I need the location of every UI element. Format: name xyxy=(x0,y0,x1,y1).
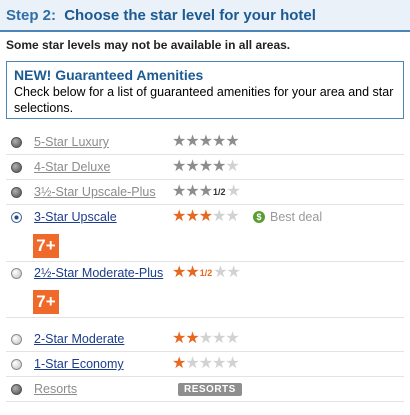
star-empty-icon: ★ xyxy=(226,183,241,200)
radio-4-star[interactable] xyxy=(11,162,22,173)
star-icon: ★ xyxy=(198,158,214,175)
resorts-tag: RESORTS xyxy=(178,383,242,396)
star-empty-icon: ★ xyxy=(212,208,227,225)
star-empty-icon: ★ xyxy=(198,355,214,372)
step-header-text: Step 2: Choose the star level for your h… xyxy=(6,7,316,24)
star-icon: ★ xyxy=(185,208,200,225)
step-header: Step 2: Choose the star level for your h… xyxy=(0,0,410,32)
star-empty-icon: ★ xyxy=(225,330,240,347)
star-empty-icon: ★ xyxy=(185,355,200,372)
radio-3-5-star[interactable] xyxy=(11,187,22,198)
radio-3-star[interactable] xyxy=(11,212,22,223)
star-icon: ★ xyxy=(212,158,227,175)
star-empty-icon: ★ xyxy=(212,355,227,372)
star-icon: ★ xyxy=(198,133,214,150)
option-label-3-5-star[interactable]: 3½-Star Upscale-Plus xyxy=(34,185,156,199)
star-empty-icon: ★ xyxy=(225,208,240,225)
star-icon: ★ xyxy=(198,183,214,200)
radio-resorts[interactable] xyxy=(11,384,22,395)
star-empty-icon: ★ xyxy=(198,330,214,347)
option-row-2-5-star: 2½-Star Moderate-Plus ★ ★ 1/2 ★ ★ 7+ xyxy=(6,262,404,318)
step-number: Step 2: xyxy=(6,7,57,24)
star-icon: ★ xyxy=(185,158,200,175)
option-label-1-star[interactable]: 1-Star Economy xyxy=(34,357,124,371)
star-rating-3: ★ ★ ★ ★ ★ xyxy=(172,208,240,225)
option-label-4-star[interactable]: 4-Star Deluxe xyxy=(34,160,110,174)
star-icon: ★ xyxy=(172,208,187,225)
star-icon: ★ xyxy=(185,183,200,200)
availability-note: Some star levels may not be available in… xyxy=(6,38,291,52)
star-icon: ★ xyxy=(172,264,187,281)
option-label-3-star[interactable]: 3-Star Upscale xyxy=(34,210,117,224)
half-star-label: 1/2 xyxy=(199,268,213,278)
star-rating-3-5: ★ ★ ★ 1/2 ★ xyxy=(172,183,241,200)
rating-badge: 7+ xyxy=(33,234,59,258)
star-empty-icon: ★ xyxy=(226,264,241,281)
radio-2-star[interactable] xyxy=(11,334,22,345)
star-empty-icon: ★ xyxy=(213,264,228,281)
option-row-4-star: 4-Star Deluxe ★ ★ ★ ★ ★ xyxy=(6,156,404,180)
option-row-3-5-star: 3½-Star Upscale-Plus ★ ★ ★ 1/2 ★ xyxy=(6,181,404,205)
guaranteed-amenities-box: NEW! Guaranteed Amenities Check below fo… xyxy=(6,61,404,119)
option-row-resorts: Resorts RESORTS xyxy=(6,378,404,402)
guaranteed-amenities-text: Check below for a list of guaranteed ame… xyxy=(14,85,394,115)
star-icon: ★ xyxy=(172,183,187,200)
option-label-resorts[interactable]: Resorts xyxy=(34,382,77,396)
best-deal-indicator: $ Best deal xyxy=(253,210,322,224)
star-icon: ★ xyxy=(185,264,200,281)
star-rating-1: ★ ★ ★ ★ ★ xyxy=(172,355,240,372)
option-row-1-star: 1-Star Economy ★ ★ ★ ★ ★ xyxy=(6,353,404,377)
star-icon: ★ xyxy=(172,330,187,347)
star-icon: ★ xyxy=(198,208,214,225)
option-label-5-star[interactable]: 5-Star Luxury xyxy=(34,135,109,149)
star-level-panel: Step 2: Choose the star level for your h… xyxy=(0,0,410,415)
option-label-2-5-star[interactable]: 2½-Star Moderate-Plus xyxy=(34,266,163,280)
star-empty-icon: ★ xyxy=(212,330,227,347)
radio-5-star[interactable] xyxy=(11,137,22,148)
star-icon: ★ xyxy=(172,158,187,175)
star-icon: ★ xyxy=(172,133,187,150)
option-row-5-star: 5-Star Luxury ★ ★ ★ ★ ★ xyxy=(6,131,404,155)
star-icon: ★ xyxy=(185,133,200,150)
guaranteed-amenities-title: NEW! Guaranteed Amenities xyxy=(14,67,204,83)
star-rating-2-5: ★ ★ 1/2 ★ ★ xyxy=(172,264,241,281)
star-icon: ★ xyxy=(212,133,227,150)
radio-2-5-star[interactable] xyxy=(11,268,22,279)
radio-1-star[interactable] xyxy=(11,359,22,370)
option-row-2-star: 2-Star Moderate ★ ★ ★ ★ ★ xyxy=(6,328,404,352)
star-rating-2: ★ ★ ★ ★ ★ xyxy=(172,330,240,347)
star-empty-icon: ★ xyxy=(225,355,240,372)
best-deal-label: Best deal xyxy=(270,210,323,224)
star-rating-5: ★ ★ ★ ★ ★ xyxy=(172,133,240,150)
step-title: Choose the star level for your hotel xyxy=(64,7,316,24)
star-icon: ★ xyxy=(185,330,200,347)
star-rating-4: ★ ★ ★ ★ ★ xyxy=(172,158,240,175)
star-icon: ★ xyxy=(172,355,187,372)
option-row-3-star: 3-Star Upscale ★ ★ ★ ★ ★ $ Best deal 7+ xyxy=(6,206,404,262)
dollar-icon: $ xyxy=(253,211,265,223)
star-icon: ★ xyxy=(225,133,240,150)
option-label-2-star[interactable]: 2-Star Moderate xyxy=(34,332,124,346)
star-empty-icon: ★ xyxy=(225,158,240,175)
rating-badge: 7+ xyxy=(33,290,59,314)
half-star-label: 1/2 xyxy=(213,187,226,197)
